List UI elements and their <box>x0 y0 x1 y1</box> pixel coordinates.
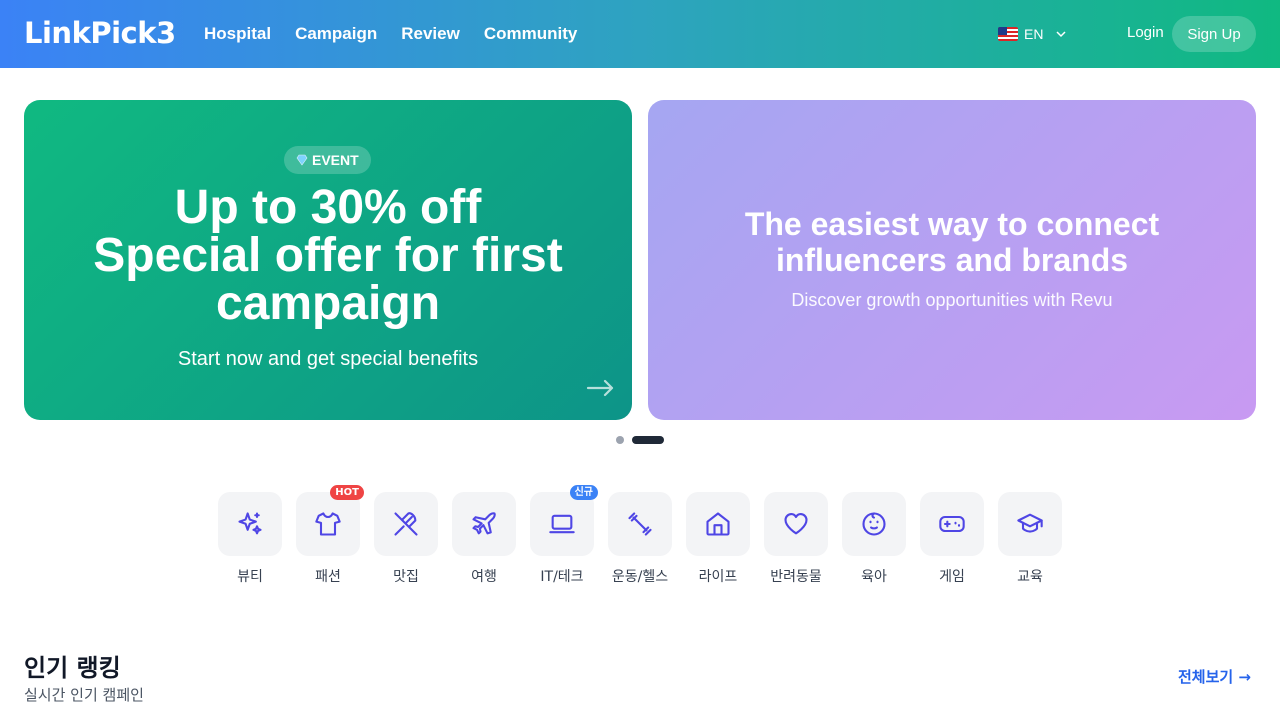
category-label: 여행 <box>471 569 497 585</box>
carousel-indicators <box>616 436 664 444</box>
carousel-dot-active[interactable] <box>632 436 664 444</box>
home-icon <box>706 512 730 536</box>
category-label: 교육 <box>1017 569 1043 585</box>
category-label: 반려동물 <box>770 569 822 585</box>
event-title-line: Up to 30% off <box>174 181 482 234</box>
category-label: 육아 <box>861 569 887 585</box>
event-badge: EVENT <box>284 146 371 174</box>
category-game[interactable]: 게임 <box>920 492 984 586</box>
category-icon-box <box>374 492 438 556</box>
promo-banner-title: The easiest way to connect influencers a… <box>648 206 1256 278</box>
nav-community[interactable]: Community <box>484 24 578 44</box>
event-banner[interactable]: EVENT Up to 30% off Special offer for fi… <box>24 100 632 420</box>
sparkles-icon <box>238 512 262 535</box>
category-icon-box <box>452 492 516 556</box>
gamepad-icon <box>939 515 965 533</box>
promo-title-line: influencers and brands <box>775 242 1129 278</box>
category-restaurant[interactable]: 맛집 <box>374 492 438 586</box>
promo-banner-subtitle: Discover growth opportunities with Revu <box>791 290 1113 310</box>
hot-badge: HOT <box>330 485 364 500</box>
category-parenting[interactable]: 육아 <box>842 492 906 586</box>
chevron-down-icon <box>1056 31 1066 38</box>
category-fitness[interactable]: 운동/헬스 <box>608 492 672 586</box>
main-nav: Hospital Campaign Review Community <box>204 0 577 68</box>
category-icon-box <box>296 492 360 556</box>
heart-icon <box>784 513 808 535</box>
category-label: 맛집 <box>393 569 419 585</box>
plane-icon <box>472 512 496 535</box>
new-badge: 신규 <box>569 485 598 500</box>
category-education[interactable]: 교육 <box>998 492 1062 586</box>
event-banner-title: Up to 30% off Special offer for first ca… <box>24 184 632 328</box>
category-label: 게임 <box>939 569 965 585</box>
event-banner-subtitle: Start now and get special benefits <box>177 348 479 370</box>
category-it-tech[interactable]: 신규 IT/테크 <box>530 485 598 586</box>
us-flag-icon <box>998 27 1018 41</box>
category-beauty[interactable]: 뷰티 <box>218 492 282 586</box>
category-label: IT/테크 <box>540 569 584 585</box>
baby-icon <box>862 512 886 536</box>
ranking-subtitle: 실시간 인기 캠페인 <box>24 686 144 704</box>
event-badge-label: EVENT <box>312 152 359 168</box>
category-icon-box <box>920 492 984 556</box>
gem-icon <box>296 154 308 166</box>
utensils-icon <box>394 512 418 536</box>
category-list: 뷰티 HOT 패션 맛집 여행 신규 IT/테크 운동/헬스 라이프 반려동물 … <box>218 485 1062 586</box>
nav-hospital[interactable]: Hospital <box>204 24 271 44</box>
category-travel[interactable]: 여행 <box>452 492 516 586</box>
category-icon-box <box>998 492 1062 556</box>
category-label: 운동/헬스 <box>611 569 669 585</box>
category-icon-box <box>530 492 594 556</box>
category-pets[interactable]: 반려동물 <box>764 492 828 586</box>
category-icon-box <box>764 492 828 556</box>
category-label: 라이프 <box>698 569 738 585</box>
category-icon-box <box>686 492 750 556</box>
graduation-cap-icon <box>1017 513 1043 533</box>
event-title-line: Special offer for first <box>93 229 563 282</box>
top-header: LinkPick3 Hospital Campaign Review Commu… <box>0 0 1280 68</box>
nav-campaign[interactable]: Campaign <box>295 24 377 44</box>
promo-title-line: The easiest way to connect <box>744 206 1160 242</box>
logo[interactable]: LinkPick3 <box>24 16 176 50</box>
login-link[interactable]: Login <box>1127 24 1164 41</box>
category-fashion[interactable]: HOT 패션 <box>296 485 364 586</box>
view-all-link[interactable]: 전체보기 → <box>1178 666 1251 687</box>
language-label: EN <box>1024 26 1044 42</box>
category-label: 뷰티 <box>237 569 263 585</box>
signup-button[interactable]: Sign Up <box>1172 16 1256 52</box>
laptop-icon <box>549 514 575 534</box>
category-label: 패션 <box>315 569 341 585</box>
category-life[interactable]: 라이프 <box>686 492 750 586</box>
carousel-dot[interactable] <box>616 436 624 444</box>
dumbbell-icon <box>628 512 652 536</box>
category-icon-box <box>842 492 906 556</box>
arrow-right-icon[interactable] <box>586 378 614 398</box>
language-selector[interactable]: EN <box>998 22 1067 46</box>
event-title-line: campaign <box>215 277 441 330</box>
category-icon-box <box>608 492 672 556</box>
shirt-icon <box>315 512 341 536</box>
ranking-title: 인기 랭킹 <box>24 654 121 682</box>
promo-banner[interactable]: The easiest way to connect influencers a… <box>648 100 1256 420</box>
category-icon-box <box>218 492 282 556</box>
nav-review[interactable]: Review <box>401 24 460 44</box>
